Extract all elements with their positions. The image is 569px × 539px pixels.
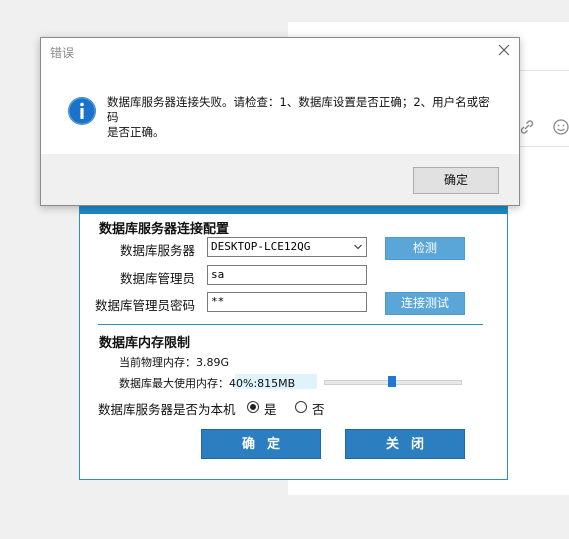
max-memory-slider-thumb[interactable]	[388, 376, 396, 387]
local-no-radio[interactable]	[295, 401, 307, 413]
emoji-icon[interactable]	[552, 118, 569, 140]
db-config-dialog: 数据库服务器连接配置 数据库服务器 DESKTOP-LCE12QG 检测 数据库…	[79, 196, 508, 480]
password-label: 数据库管理员密码	[94, 298, 195, 313]
section-memory-title: 数据库内存限制	[99, 336, 191, 351]
physical-memory-label: 当前物理内存：	[119, 356, 196, 369]
link-icon[interactable]	[518, 118, 536, 140]
max-memory-label: 数据库最大使用内存：	[119, 377, 229, 390]
local-yes-label: 是	[264, 402, 277, 417]
connection-test-button[interactable]: 连接测试	[385, 292, 465, 315]
error-message-line1: 数据库服务器连接失败。请检查：1、数据库设置是否正确；2、用户名或密码	[107, 95, 490, 124]
chevron-down-icon[interactable]	[354, 243, 362, 251]
section-server-title: 数据库服务器连接配置	[99, 222, 230, 237]
server-select-value: DESKTOP-LCE12QG	[211, 240, 311, 253]
error-message-line2: 是否正确。	[107, 125, 165, 139]
confirm-button[interactable]: 确定	[201, 429, 321, 459]
error-dialog-title: 错误	[50, 46, 75, 60]
server-select[interactable]: DESKTOP-LCE12QG	[207, 237, 367, 257]
admin-label: 数据库管理员	[119, 271, 195, 286]
close-button[interactable]: 关闭	[345, 429, 465, 459]
error-dialog: 错误 数据库服务器连接失败。请检查：1、数据库设置是否正确；2、用户名或密码 是…	[40, 37, 520, 206]
max-memory: 数据库最大使用内存：40%:815MB	[119, 375, 295, 391]
max-memory-value: 40%:815MB	[229, 377, 296, 390]
error-message: 数据库服务器连接失败。请检查：1、数据库设置是否正确；2、用户名或密码 是否正确…	[107, 95, 497, 140]
physical-memory-value: 3.89G	[196, 356, 230, 369]
section-separator	[98, 324, 483, 325]
local-server-label: 数据库服务器是否为本机	[98, 402, 236, 417]
ok-button[interactable]: 确定	[413, 167, 499, 194]
radio-selected-dot	[250, 404, 256, 410]
admin-input[interactable]: sa	[207, 265, 367, 285]
local-no-label: 否	[312, 402, 325, 417]
detect-button[interactable]: 检测	[385, 237, 465, 260]
server-label: 数据库服务器	[119, 243, 195, 258]
local-yes-radio[interactable]	[247, 401, 259, 413]
close-icon[interactable]	[497, 43, 511, 57]
password-input[interactable]: **	[207, 292, 367, 312]
physical-memory: 当前物理内存：3.89G	[119, 354, 229, 370]
info-icon	[68, 97, 96, 125]
